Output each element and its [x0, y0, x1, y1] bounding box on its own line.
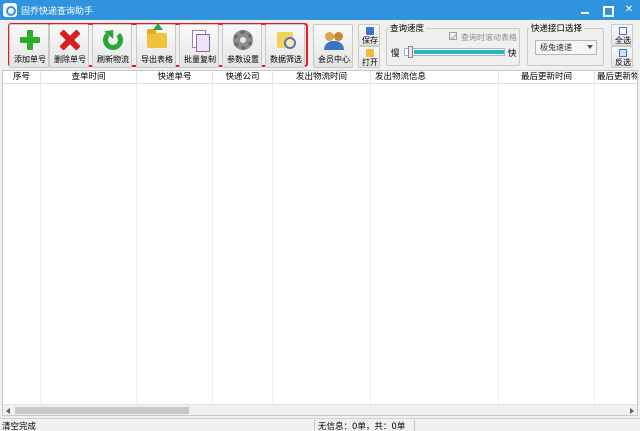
select-all-icon: [619, 27, 627, 35]
close-button[interactable]: ✕: [618, 0, 640, 20]
speed-slider-fill: [414, 50, 504, 54]
save-button[interactable]: 保存: [358, 24, 380, 46]
slow-label: 慢: [391, 47, 400, 59]
scrollbar-thumb[interactable]: [15, 407, 189, 414]
delete-number-button[interactable]: 删除单号: [49, 24, 89, 68]
column-divider: [212, 84, 213, 406]
courier-api-select[interactable]: 极兔速递: [535, 40, 597, 55]
invert-selection-label: 反选: [610, 57, 636, 68]
column-divider: [594, 84, 595, 406]
status-divider: [414, 420, 415, 431]
open-button[interactable]: 打开: [358, 46, 380, 68]
export-table-button[interactable]: 导出表格: [136, 24, 176, 68]
column-header-last-update-logistics[interactable]: 最后更新物流: [595, 71, 637, 84]
app-icon: [3, 3, 17, 17]
column-divider: [40, 84, 41, 406]
results-table[interactable]: 序号 查单时间 快递单号 快递公司 发出物流时间 发出物流信息 最后更新时间 最…: [2, 70, 638, 416]
status-message: 清空完成: [2, 420, 36, 431]
status-bar: 清空完成 无信息：0单，共：0单: [0, 418, 640, 431]
delete-number-label: 删除单号: [46, 54, 94, 65]
column-divider: [272, 84, 273, 406]
data-filter-button[interactable]: 数据筛选: [265, 24, 305, 68]
column-header-last-update-time[interactable]: 最后更新时间: [499, 71, 595, 84]
title-bar: 固乔快递查询助手 ✕: [0, 0, 640, 20]
folder-icon: [147, 33, 167, 48]
status-counts: 无信息：0单，共：0单: [318, 420, 405, 431]
api-select-label: 快递接口选择: [529, 22, 584, 34]
courier-api-value: 极兔速递: [540, 43, 572, 52]
gear-icon: [233, 30, 253, 50]
minimize-button[interactable]: [574, 0, 596, 20]
batch-copy-label: 批量复制: [176, 54, 224, 65]
fast-label: 快: [508, 47, 517, 59]
open-icon: [366, 49, 374, 57]
horizontal-scrollbar[interactable]: [3, 404, 637, 415]
refresh-logistics-button[interactable]: 刷新物流: [92, 24, 132, 68]
speed-slider[interactable]: [404, 48, 505, 56]
x-icon: [60, 30, 80, 50]
batch-copy-button[interactable]: 批量复制: [179, 24, 219, 68]
invert-selection-button[interactable]: 反选: [611, 46, 633, 68]
settings-label: 参数设置: [219, 54, 267, 65]
refresh-icon: [103, 30, 123, 50]
column-header-ship-time[interactable]: 发出物流时间: [273, 71, 371, 84]
scroll-table-label: 查询时滚动表格: [461, 32, 517, 43]
plus-icon: [20, 30, 40, 50]
select-all-button[interactable]: 全选: [611, 24, 633, 46]
select-all-label: 全选: [610, 35, 636, 46]
chevron-down-icon: [587, 45, 593, 49]
table-header: 序号 查单时间 快递单号 快递公司 发出物流时间 发出物流信息 最后更新时间 最…: [3, 71, 637, 84]
member-center-button[interactable]: 会员中心: [313, 24, 353, 68]
export-table-label: 导出表格: [133, 54, 181, 65]
scroll-table-checkbox[interactable]: [449, 32, 457, 40]
maximize-button[interactable]: [596, 0, 618, 20]
people-icon: [324, 30, 344, 50]
copy-icon: [190, 30, 210, 50]
column-header-tracking-number[interactable]: 快递单号: [137, 71, 213, 84]
invert-selection-icon: [619, 49, 627, 57]
member-center-label: 会员中心: [310, 54, 358, 65]
query-speed-label: 查询速度: [388, 22, 426, 34]
data-filter-label: 数据筛选: [262, 54, 310, 65]
status-divider: [314, 420, 315, 431]
column-divider: [136, 84, 137, 406]
refresh-logistics-label: 刷新物流: [89, 54, 137, 65]
column-divider: [498, 84, 499, 406]
settings-button[interactable]: 参数设置: [222, 24, 262, 68]
scroll-right-icon[interactable]: [630, 408, 634, 414]
filter-icon: [276, 30, 296, 50]
scroll-left-icon[interactable]: [6, 408, 10, 414]
open-label: 打开: [357, 57, 383, 68]
column-header-courier[interactable]: 快递公司: [213, 71, 273, 84]
column-header-query-time[interactable]: 查单时间: [41, 71, 137, 84]
save-icon: [366, 27, 374, 35]
speed-slider-thumb[interactable]: [408, 46, 413, 58]
column-header-index[interactable]: 序号: [3, 71, 41, 84]
column-header-ship-info[interactable]: 发出物流信息: [371, 71, 499, 84]
column-divider: [370, 84, 371, 406]
add-number-button[interactable]: 添加单号: [9, 24, 49, 68]
window-title: 固乔快递查询助手: [21, 4, 93, 17]
save-label: 保存: [357, 35, 383, 46]
